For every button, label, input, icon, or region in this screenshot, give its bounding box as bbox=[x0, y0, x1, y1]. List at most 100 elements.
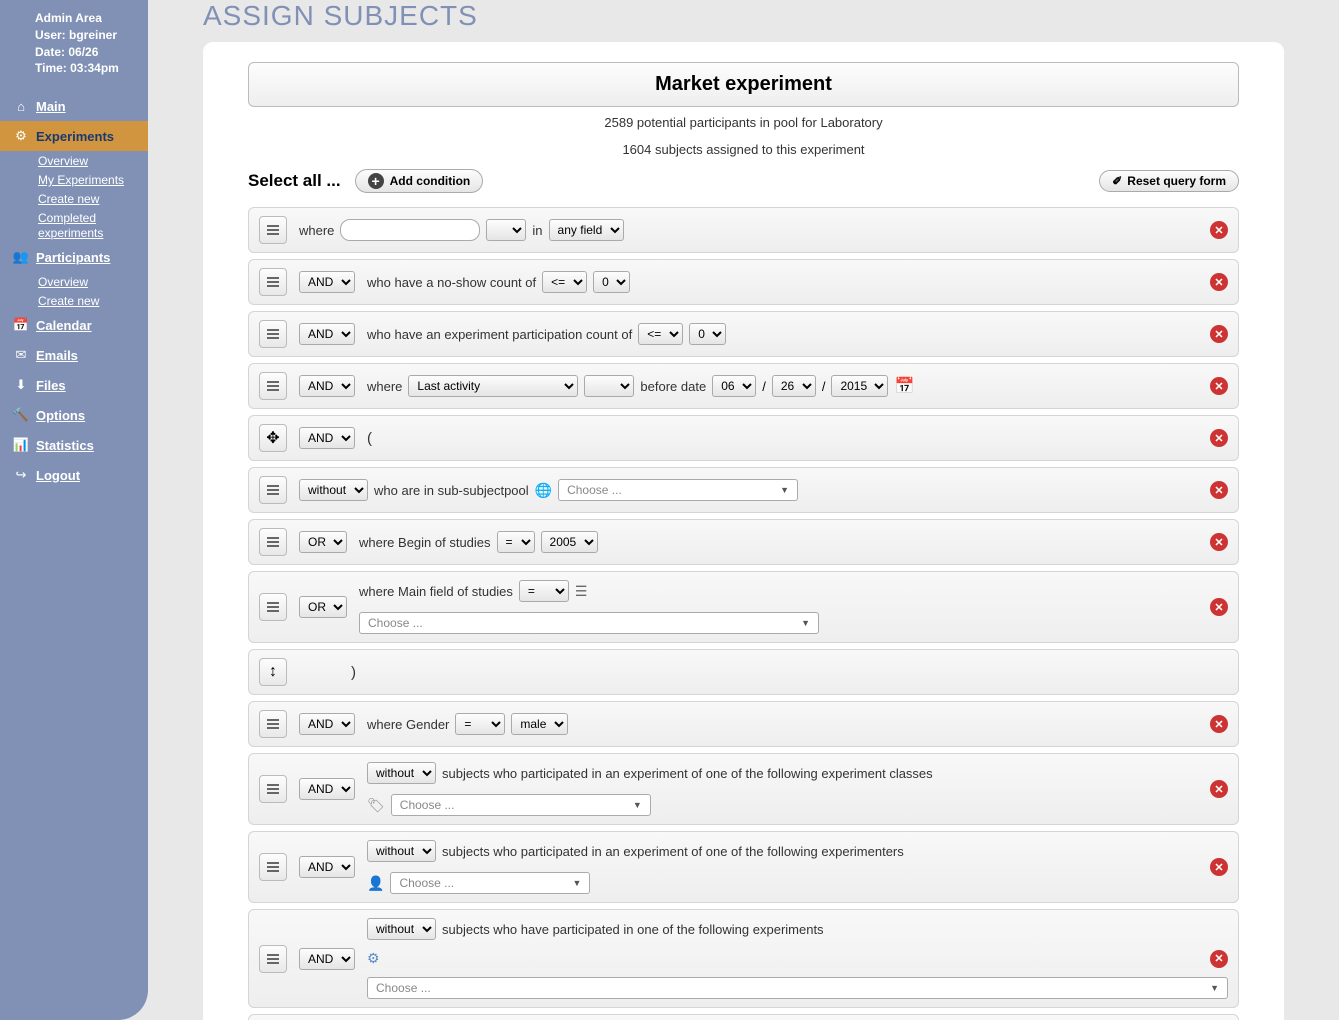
gears-icon: ⚙ bbox=[367, 950, 380, 967]
plus-icon: + bbox=[368, 173, 384, 189]
admin-area-label: Admin Area bbox=[35, 10, 136, 27]
logic-select[interactable]: AND bbox=[299, 427, 355, 449]
subpool-choose[interactable]: Choose ...▼ bbox=[558, 479, 798, 501]
where-extra-select[interactable] bbox=[486, 219, 526, 241]
logic-select[interactable]: AND bbox=[299, 323, 355, 345]
remove-condition-button[interactable]: ✕ bbox=[1210, 715, 1228, 733]
month-select[interactable]: 06 bbox=[712, 375, 756, 397]
select-all-label: Select all ... bbox=[248, 171, 341, 191]
without-select[interactable]: without bbox=[367, 762, 436, 784]
without-select[interactable]: without bbox=[299, 479, 368, 501]
nav-emails[interactable]: ✉ Emails bbox=[0, 340, 148, 370]
remove-condition-button[interactable]: ✕ bbox=[1210, 429, 1228, 447]
where-text-input[interactable] bbox=[340, 219, 480, 241]
nav-logout[interactable]: ↪ Logout bbox=[0, 460, 148, 490]
date-label: Date: 06/26 bbox=[35, 44, 136, 61]
drag-handle[interactable] bbox=[259, 476, 287, 504]
time-label: Time: 03:34pm bbox=[35, 60, 136, 77]
users-icon: 👥 bbox=[12, 249, 30, 265]
gender-select[interactable]: male bbox=[511, 713, 568, 735]
remove-condition-button[interactable]: ✕ bbox=[1210, 481, 1228, 499]
remove-condition-button[interactable]: ✕ bbox=[1210, 273, 1228, 291]
hammer-icon: 🔨 bbox=[12, 407, 30, 423]
drag-handle[interactable]: ↕ bbox=[259, 658, 287, 686]
value-select[interactable]: 0 bbox=[593, 271, 630, 293]
logic-select[interactable]: AND bbox=[299, 271, 355, 293]
reset-query-button[interactable]: ✐ Reset query form bbox=[1099, 170, 1239, 192]
nav-calendar[interactable]: 📅 Calendar bbox=[0, 310, 148, 340]
value-select[interactable]: 0 bbox=[689, 323, 726, 345]
nav-exp-my[interactable]: My Experiments bbox=[38, 173, 124, 187]
nav-experiments[interactable]: ⚙ Experiments bbox=[0, 121, 148, 151]
calendar-icon: 📅 bbox=[12, 317, 30, 333]
activity-field-select[interactable]: Last activity bbox=[408, 375, 578, 397]
without-select[interactable]: without bbox=[367, 840, 436, 862]
drag-handle[interactable] bbox=[259, 528, 287, 556]
nav-files[interactable]: ⬇ Files bbox=[0, 370, 148, 400]
sidebar-header: Admin Area User: bgreiner Date: 06/26 Ti… bbox=[0, 0, 148, 92]
drag-handle[interactable] bbox=[259, 593, 287, 621]
experiments-choose[interactable]: Choose ...▼ bbox=[367, 977, 1228, 999]
operator-select[interactable]: = bbox=[455, 713, 505, 735]
content-card: Market experiment 2589 potential partici… bbox=[203, 42, 1284, 1020]
logic-select[interactable]: OR bbox=[299, 596, 347, 618]
logic-select[interactable]: OR bbox=[299, 531, 347, 553]
remove-condition-button[interactable]: ✕ bbox=[1210, 325, 1228, 343]
condition-row: AND where Last activity before date 06 /… bbox=[248, 363, 1239, 409]
remove-condition-button[interactable]: ✕ bbox=[1210, 377, 1228, 395]
remove-condition-button[interactable]: ✕ bbox=[1210, 858, 1228, 876]
query-toolbar: Select all ... + Add condition ✐ Reset q… bbox=[248, 161, 1239, 201]
list-icon[interactable]: ☰ bbox=[575, 583, 588, 600]
logic-select[interactable]: AND bbox=[299, 856, 355, 878]
without-select[interactable]: without bbox=[367, 918, 436, 940]
logic-select[interactable]: AND bbox=[299, 948, 355, 970]
remove-condition-button[interactable]: ✕ bbox=[1210, 598, 1228, 616]
day-select[interactable]: 26 bbox=[772, 375, 816, 397]
drag-handle[interactable]: ✥ bbox=[259, 424, 287, 452]
nav-exp-completed[interactable]: Completed experiments bbox=[38, 211, 103, 240]
field-select[interactable]: any field bbox=[549, 219, 624, 241]
drag-handle[interactable] bbox=[259, 775, 287, 803]
calendar-picker-icon[interactable]: 📅 bbox=[894, 376, 914, 396]
date-relation-select[interactable] bbox=[584, 375, 634, 397]
operator-select[interactable]: <= bbox=[542, 271, 587, 293]
download-icon: ⬇ bbox=[12, 377, 30, 393]
year-value-select[interactable]: 2005 bbox=[541, 531, 598, 553]
nav-part-create[interactable]: Create new bbox=[38, 294, 99, 308]
logic-select[interactable]: AND bbox=[299, 375, 355, 397]
condition-row: where in any field ✕ bbox=[248, 207, 1239, 253]
logout-icon: ↪ bbox=[12, 467, 30, 483]
nav-participants[interactable]: 👥 Participants bbox=[0, 242, 148, 272]
nav-statistics[interactable]: 📊 Statistics bbox=[0, 430, 148, 460]
exp-class-choose[interactable]: Choose ...▼ bbox=[391, 794, 651, 816]
field-of-studies-choose[interactable]: Choose ...▼ bbox=[359, 612, 819, 634]
year-select[interactable]: 2015 bbox=[831, 375, 888, 397]
condition-row: OR where Begin of studies = 2005 ✕ bbox=[248, 519, 1239, 565]
gear-icon: ⚙ bbox=[12, 128, 30, 144]
nav-part-overview[interactable]: Overview bbox=[38, 275, 88, 289]
nav-exp-overview[interactable]: Overview bbox=[38, 154, 88, 168]
logic-select[interactable]: AND bbox=[299, 713, 355, 735]
operator-select[interactable]: = bbox=[519, 580, 569, 602]
drag-handle[interactable] bbox=[259, 945, 287, 973]
operator-select[interactable]: = bbox=[497, 531, 535, 553]
nav-main[interactable]: ⌂ Main bbox=[0, 92, 148, 121]
remove-condition-button[interactable]: ✕ bbox=[1210, 780, 1228, 798]
remove-condition-button[interactable]: ✕ bbox=[1210, 221, 1228, 239]
nav-exp-create[interactable]: Create new bbox=[38, 192, 99, 206]
home-icon: ⌂ bbox=[12, 99, 30, 114]
drag-handle[interactable] bbox=[259, 268, 287, 296]
drag-handle[interactable] bbox=[259, 320, 287, 348]
condition-row-limit: and limit to a random subset of size ✕ bbox=[248, 1014, 1239, 1020]
add-condition-button[interactable]: + Add condition bbox=[355, 169, 484, 193]
drag-handle[interactable] bbox=[259, 853, 287, 881]
remove-condition-button[interactable]: ✕ bbox=[1210, 533, 1228, 551]
logic-select[interactable]: AND bbox=[299, 778, 355, 800]
drag-handle[interactable] bbox=[259, 372, 287, 400]
operator-select[interactable]: <= bbox=[638, 323, 683, 345]
drag-handle[interactable] bbox=[259, 216, 287, 244]
nav-options[interactable]: 🔨 Options bbox=[0, 400, 148, 430]
drag-handle[interactable] bbox=[259, 710, 287, 738]
remove-condition-button[interactable]: ✕ bbox=[1210, 950, 1228, 968]
experimenter-choose[interactable]: Choose ...▼ bbox=[390, 872, 590, 894]
